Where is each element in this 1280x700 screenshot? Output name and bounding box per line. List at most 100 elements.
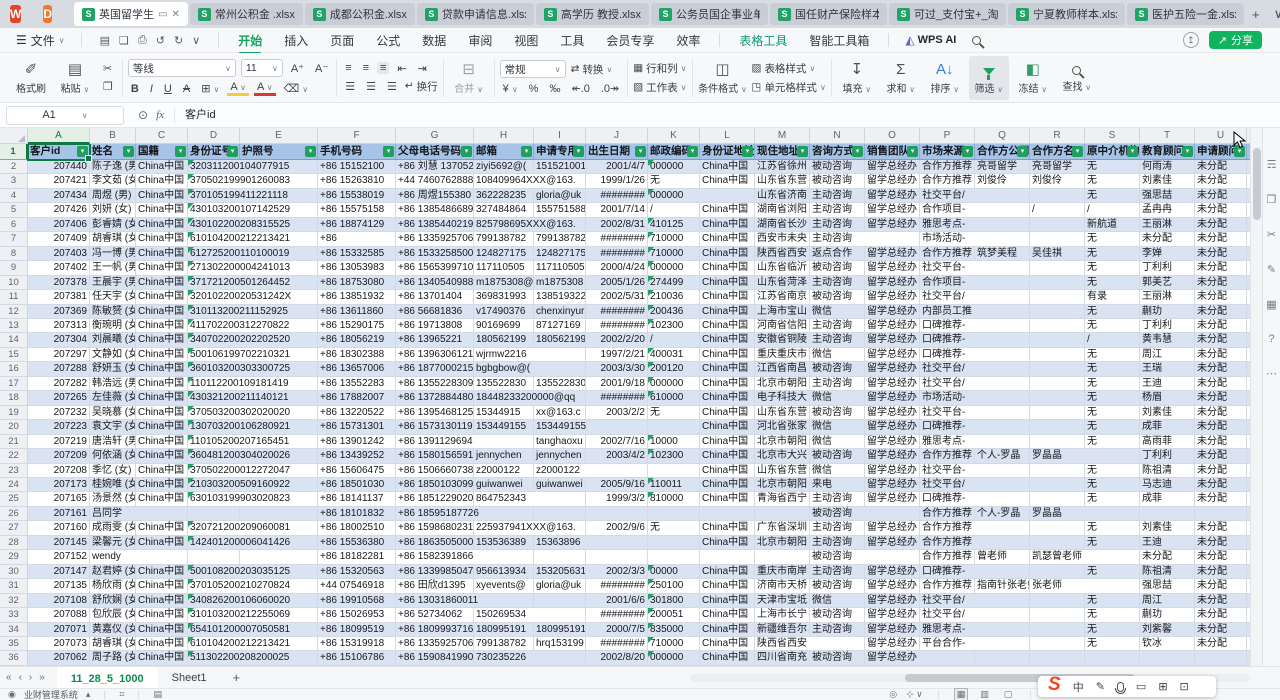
cell[interactable]: 湖南省长沙 <box>755 218 810 231</box>
cell[interactable]: 王晨宇 (男 <box>90 276 136 289</box>
cell[interactable]: 未分配 <box>1195 160 1247 173</box>
cell[interactable]: 刘俊伶 <box>1030 174 1085 187</box>
cell[interactable]: 雅思考点- <box>920 435 975 448</box>
column-header-E[interactable]: E <box>240 128 318 144</box>
cell[interactable] <box>1085 651 1140 664</box>
cell[interactable]: 刘紫馨 <box>1140 623 1195 636</box>
cell[interactable]: m1875308 <box>534 276 586 289</box>
cell[interactable]: 罗晶晶 <box>1030 507 1085 520</box>
cell[interactable] <box>534 492 586 505</box>
row-header-27[interactable]: 27 <box>0 521 28 534</box>
cell[interactable]: 430321200211140121 <box>188 391 240 404</box>
file-tab[interactable]: S医护五险一金.xlsx <box>1127 3 1244 25</box>
cell[interactable] <box>975 290 1030 303</box>
cell[interactable]: 207403 <box>28 247 90 260</box>
cell[interactable] <box>240 550 318 563</box>
cell[interactable]: 文静如 (女 <box>90 348 136 361</box>
cell[interactable]: 2002/8/20 <box>586 651 648 664</box>
cell[interactable] <box>188 507 240 520</box>
cell[interactable]: m1875308@ <box>474 276 534 289</box>
cell[interactable]: 留学总经办 <box>865 160 920 173</box>
cell[interactable]: China中国 <box>700 464 755 477</box>
cell[interactable] <box>1030 623 1085 636</box>
cell[interactable]: +86 1565399710 <box>396 261 474 274</box>
cell[interactable]: / <box>1085 333 1140 346</box>
cell[interactable]: 主动咨询 <box>810 189 865 202</box>
sum-button[interactable]: Σ 求和 ∨ <box>881 56 921 100</box>
cell[interactable]: +86 1533258500 <box>396 247 474 260</box>
cell[interactable]: 124827175 <box>474 247 534 260</box>
cell[interactable]: China中国 <box>136 449 188 462</box>
cell[interactable] <box>865 550 920 563</box>
cell[interactable]: 唐浩轩 (男 <box>90 435 136 448</box>
cell[interactable]: +86 15332585 <box>318 247 396 260</box>
new-tab-button[interactable]: + <box>1246 7 1266 22</box>
cell-style-button[interactable]: ◳单元格样式∨ <box>752 80 826 95</box>
filter-dropdown-icon[interactable]: ▾ <box>305 146 316 157</box>
cell[interactable] <box>975 521 1030 534</box>
cell[interactable]: 山东省济南 <box>755 189 810 202</box>
cell[interactable]: 370502199901260083 <box>188 174 240 187</box>
column-header-N[interactable]: N <box>810 128 865 144</box>
cell[interactable]: 合作方推荐 <box>920 521 975 534</box>
cell[interactable]: 桂婉唯 (女 <box>90 478 136 491</box>
cell[interactable]: 371721200501264452 <box>188 276 240 289</box>
cell[interactable]: +86 18302388 <box>318 348 396 361</box>
cell[interactable]: 未分配 <box>1195 189 1247 202</box>
cell[interactable]: +86 13854402198 <box>396 218 474 231</box>
cell[interactable]: +86 18874129 <box>318 218 396 231</box>
cell[interactable]: 留学总经办 <box>865 333 920 346</box>
menu-tab-开始[interactable]: 开始 <box>227 30 273 51</box>
column-header-J[interactable]: J <box>586 128 648 144</box>
convert-button[interactable]: ⇄转换∨ <box>571 62 613 77</box>
cell[interactable]: 何依涵 (女 <box>90 449 136 462</box>
cell[interactable]: 207378 <box>28 276 90 289</box>
cell[interactable]: 口碑推荐- <box>920 565 975 578</box>
font-color-button[interactable]: A ∨ <box>254 81 276 96</box>
cell[interactable]: 207288 <box>28 362 90 375</box>
cell[interactable]: 上海市长宁 <box>755 608 810 621</box>
row-header-7[interactable]: 7 <box>0 232 28 245</box>
cell[interactable]: 有录 <box>1085 290 1140 303</box>
cell[interactable] <box>534 348 586 361</box>
row-header-20[interactable]: 20 <box>0 420 28 433</box>
cell[interactable]: 835000 <box>648 623 700 636</box>
underline-button[interactable]: U <box>161 83 175 95</box>
header-cell[interactable]: 市场来源▾ <box>920 144 975 159</box>
cell[interactable]: 刘素佳 <box>1140 521 1195 534</box>
eye-icon[interactable]: ◎ <box>889 689 897 700</box>
cell[interactable]: China中国 <box>700 637 755 650</box>
filter-dropdown-icon[interactable]: ▾ <box>1127 146 1138 157</box>
cell[interactable]: 无 <box>1085 276 1140 289</box>
cell[interactable]: 个人-罗晶 <box>975 449 1030 462</box>
cell[interactable]: 王丽淋 <box>1140 290 1195 303</box>
cell[interactable]: 15363896 <box>534 536 586 549</box>
cell[interactable]: +86 18501030 <box>318 478 396 491</box>
cell[interactable]: 110105200207165451 <box>188 435 240 448</box>
cell[interactable]: 丁利利 <box>1140 449 1195 462</box>
cell[interactable]: 799138782 <box>474 232 534 245</box>
cut-panel-icon[interactable]: ✂ <box>1267 228 1276 241</box>
increase-indent-icon[interactable]: ⇥ <box>415 62 430 75</box>
cell[interactable]: 124827175 <box>534 247 586 260</box>
cell[interactable]: +86 15106786 <box>318 651 396 664</box>
cell[interactable]: 未分配 <box>1195 174 1247 187</box>
cell[interactable] <box>975 305 1030 318</box>
grid-body[interactable]: 1客户id▾姓名▾国籍▾身份证号▾护照号▾手机号码▾父母电话号码▾邮箱▾申请专用… <box>0 144 1250 666</box>
align-center-icon[interactable]: ☰ <box>363 80 379 93</box>
cell[interactable]: 杨眉 <box>1140 391 1195 404</box>
cell[interactable]: 口碑推荐- <box>920 492 975 505</box>
sogou-pen-icon[interactable]: ✎ <box>1096 680 1105 693</box>
cell[interactable]: 207304 <box>28 333 90 346</box>
row-header-25[interactable]: 25 <box>0 492 28 505</box>
cell[interactable]: China中国 <box>136 218 188 231</box>
cell[interactable] <box>1030 377 1085 390</box>
cell[interactable]: 410125 <box>648 218 700 231</box>
cell[interactable]: 180562199 <box>534 333 586 346</box>
cell[interactable]: xx@163.c <box>534 406 586 419</box>
cell[interactable] <box>1030 232 1085 245</box>
cell[interactable]: China中国 <box>700 377 755 390</box>
cell[interactable] <box>534 608 586 621</box>
cell[interactable] <box>865 232 920 245</box>
cell[interactable]: 被动咨询 <box>810 608 865 621</box>
